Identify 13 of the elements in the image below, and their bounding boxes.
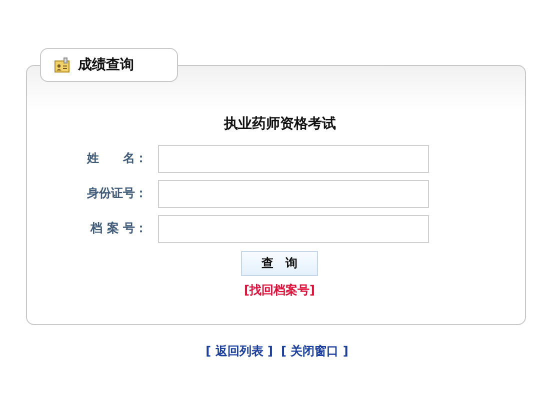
form-title: 执业药师资格考试 bbox=[222, 115, 337, 133]
field-label: 身份证号： bbox=[86, 185, 148, 202]
input-field[interactable] bbox=[158, 144, 429, 172]
input-field[interactable] bbox=[158, 180, 429, 208]
tab-title: 成绩查询 bbox=[78, 56, 134, 74]
footer-link[interactable]: [ 返回列表 ] bbox=[206, 344, 273, 358]
input-field[interactable] bbox=[158, 214, 429, 242]
field-label: 档 案 号： bbox=[89, 220, 148, 237]
query-button[interactable]: 查 询 bbox=[241, 251, 318, 276]
footer-link[interactable]: [ 关闭窗口 ] bbox=[281, 344, 348, 358]
field-label: 姓 名： bbox=[86, 150, 148, 167]
id-card-icon bbox=[54, 57, 70, 73]
recover-link[interactable]: [找回档案号] bbox=[244, 282, 315, 299]
